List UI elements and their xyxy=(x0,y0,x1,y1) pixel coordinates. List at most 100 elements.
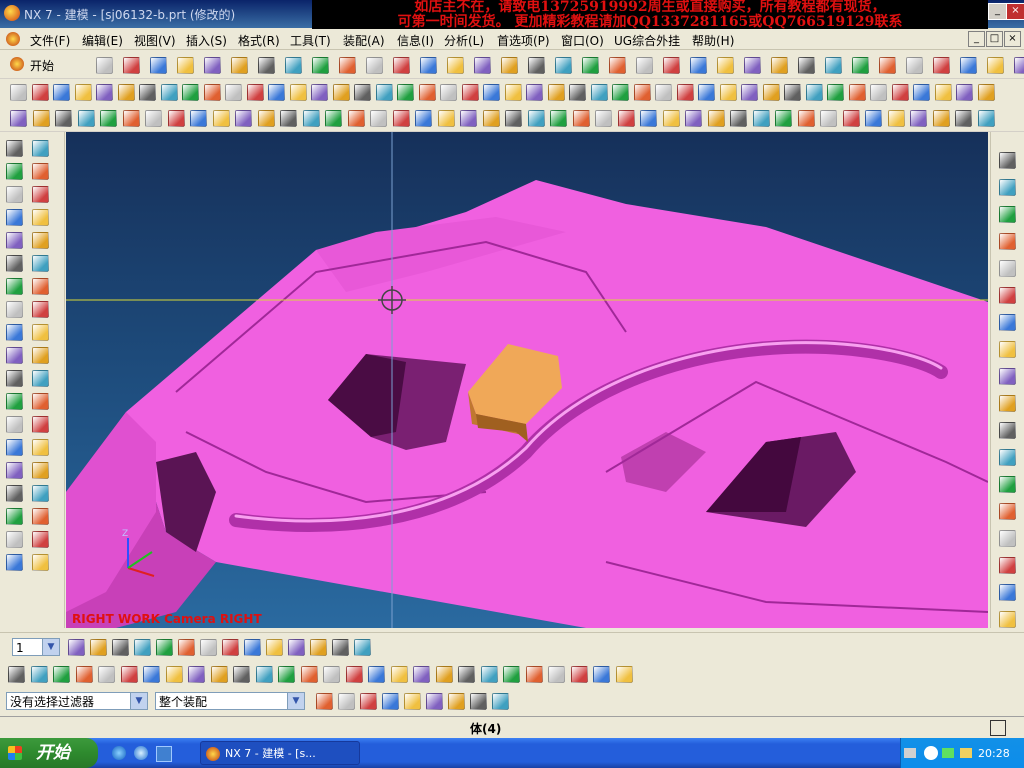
toolbar-tool-icon[interactable] xyxy=(31,84,49,101)
nx-logo-icon[interactable] xyxy=(4,5,20,21)
toolbar-tool-icon[interactable] xyxy=(570,666,588,683)
toolbar-tool-icon[interactable] xyxy=(370,110,387,127)
toolbar-tool-icon[interactable] xyxy=(825,57,842,74)
toolbar-tool-icon[interactable] xyxy=(122,110,140,127)
toolbar-tool-icon[interactable] xyxy=(633,84,651,101)
toolbar-tool-icon[interactable] xyxy=(390,666,408,683)
toolbar-tool-icon[interactable] xyxy=(870,84,887,101)
toolbar-tool-icon[interactable] xyxy=(999,233,1016,250)
toolbar-tool-icon[interactable] xyxy=(160,84,178,101)
graphics-viewport[interactable]: Z xyxy=(66,132,988,628)
toolbar-tool-icon[interactable] xyxy=(617,110,635,127)
toolbar-tool-icon[interactable] xyxy=(6,416,23,433)
toolbar-tool-icon[interactable] xyxy=(447,57,464,74)
menu-format[interactable]: 格式(R) xyxy=(238,32,280,49)
menu-help[interactable]: 帮助(H) xyxy=(692,32,734,49)
mdi-close-button[interactable]: × xyxy=(1004,31,1021,47)
toolbar-tool-icon[interactable] xyxy=(609,57,626,74)
toolbar-tool-icon[interactable] xyxy=(203,84,221,101)
toolbar-tool-icon[interactable] xyxy=(6,278,23,295)
toolbar-tool-icon[interactable] xyxy=(435,666,453,683)
toolbar-tool-icon[interactable] xyxy=(676,84,694,101)
toolbar-tool-icon[interactable] xyxy=(6,209,23,226)
toolbar-tool-icon[interactable] xyxy=(913,84,930,101)
toolbar-tool-icon[interactable] xyxy=(999,422,1016,439)
menu-edit[interactable]: 编辑(E) xyxy=(82,32,123,49)
toolbar-tool-icon[interactable] xyxy=(636,57,653,74)
menu-window[interactable]: 窗口(O) xyxy=(561,32,604,49)
toolbar-tool-icon[interactable] xyxy=(233,666,250,683)
toolbar-tool-icon[interactable] xyxy=(182,84,199,101)
toolbar-tool-icon[interactable] xyxy=(32,232,49,249)
toolbar-tool-icon[interactable] xyxy=(762,84,780,101)
toolbar-tool-icon[interactable] xyxy=(572,110,590,127)
toolbar-tool-icon[interactable] xyxy=(74,84,92,101)
toolbar-tool-icon[interactable] xyxy=(32,186,49,203)
toolbar-tool-icon[interactable] xyxy=(32,301,49,318)
toolbar-tool-icon[interactable] xyxy=(827,84,844,101)
toolbar-tool-icon[interactable] xyxy=(32,110,50,127)
keyboard-icon[interactable] xyxy=(904,748,916,758)
toolbar-tool-icon[interactable] xyxy=(325,110,342,127)
taskbar-item-nx[interactable]: NX 7 - 建模 - [s... xyxy=(200,741,360,765)
menu-assembly[interactable]: 装配(A) xyxy=(343,32,385,49)
toolbar-tool-icon[interactable] xyxy=(354,639,371,656)
toolbar-tool-icon[interactable] xyxy=(392,110,410,127)
toolbar-tool-icon[interactable] xyxy=(32,324,49,341)
toolbar-tool-icon[interactable] xyxy=(288,639,305,656)
toolbar-tool-icon[interactable] xyxy=(640,110,657,127)
toolbar-tool-icon[interactable] xyxy=(212,110,230,127)
toolbar-tool-icon[interactable] xyxy=(6,531,23,548)
toolbar-tool-icon[interactable] xyxy=(6,186,23,203)
toolbar-tool-icon[interactable] xyxy=(75,666,93,683)
toolbar-tool-icon[interactable] xyxy=(848,84,866,101)
toolbar-tool-icon[interactable] xyxy=(501,57,518,74)
toolbar-tool-icon[interactable] xyxy=(503,666,520,683)
toolbar-tool-icon[interactable] xyxy=(482,110,500,127)
toolbar-tool-icon[interactable] xyxy=(933,57,950,74)
toolbar-tool-icon[interactable] xyxy=(112,639,129,656)
toolbar-tool-icon[interactable] xyxy=(504,84,522,101)
toolbar-tool-icon[interactable] xyxy=(977,84,995,101)
toolbar-tool-icon[interactable] xyxy=(528,57,545,74)
toolbar-tool-icon[interactable] xyxy=(266,639,283,656)
toolbar-tool-icon[interactable] xyxy=(842,110,860,127)
toolbar-tool-icon[interactable] xyxy=(338,693,355,710)
toolbar-tool-icon[interactable] xyxy=(879,57,896,74)
network-icon[interactable] xyxy=(942,748,954,758)
toolbar-tool-icon[interactable] xyxy=(366,57,383,74)
toolbar-tool-icon[interactable] xyxy=(525,666,543,683)
toolbar-tool-icon[interactable] xyxy=(527,110,545,127)
toolbar-tool-icon[interactable] xyxy=(956,84,973,101)
toolbar-tool-icon[interactable] xyxy=(999,503,1016,520)
toolbar-tool-icon[interactable] xyxy=(415,110,432,127)
toolbar-tool-icon[interactable] xyxy=(440,84,457,101)
toolbar-tool-icon[interactable] xyxy=(368,666,385,683)
toolbar-tool-icon[interactable] xyxy=(165,666,183,683)
toolbar-tool-icon[interactable] xyxy=(6,393,23,410)
toolbar-tool-icon[interactable] xyxy=(999,476,1016,493)
toolbar-tool-icon[interactable] xyxy=(210,666,228,683)
toolbar-tool-icon[interactable] xyxy=(458,666,475,683)
toolbar-tool-icon[interactable] xyxy=(955,110,972,127)
toolbar-tool-icon[interactable] xyxy=(719,84,737,101)
menu-view[interactable]: 视图(V) xyxy=(134,32,176,49)
toolbar-tool-icon[interactable] xyxy=(360,693,377,710)
toolbar-tool-icon[interactable] xyxy=(32,163,49,180)
toolbar-tool-icon[interactable] xyxy=(278,666,295,683)
toolbar-tool-icon[interactable] xyxy=(10,84,27,101)
toolbar-tool-icon[interactable] xyxy=(178,639,195,656)
toolbar-tool-icon[interactable] xyxy=(999,287,1016,304)
toolbar-tool-icon[interactable] xyxy=(887,110,905,127)
toolbar-tool-icon[interactable] xyxy=(139,84,156,101)
toolbar-tool-icon[interactable] xyxy=(32,393,49,410)
toolbar-tool-icon[interactable] xyxy=(244,639,261,656)
toolbar-tool-icon[interactable] xyxy=(6,485,23,502)
toolbar-tool-icon[interactable] xyxy=(492,693,509,710)
toolbar-tool-icon[interactable] xyxy=(310,639,327,656)
toolbar-tool-icon[interactable] xyxy=(6,163,23,180)
toolbar-tool-icon[interactable] xyxy=(418,84,436,101)
toolbar-tool-icon[interactable] xyxy=(910,110,927,127)
toolbar-tool-icon[interactable] xyxy=(98,666,115,683)
toolbar-tool-icon[interactable] xyxy=(999,206,1016,223)
